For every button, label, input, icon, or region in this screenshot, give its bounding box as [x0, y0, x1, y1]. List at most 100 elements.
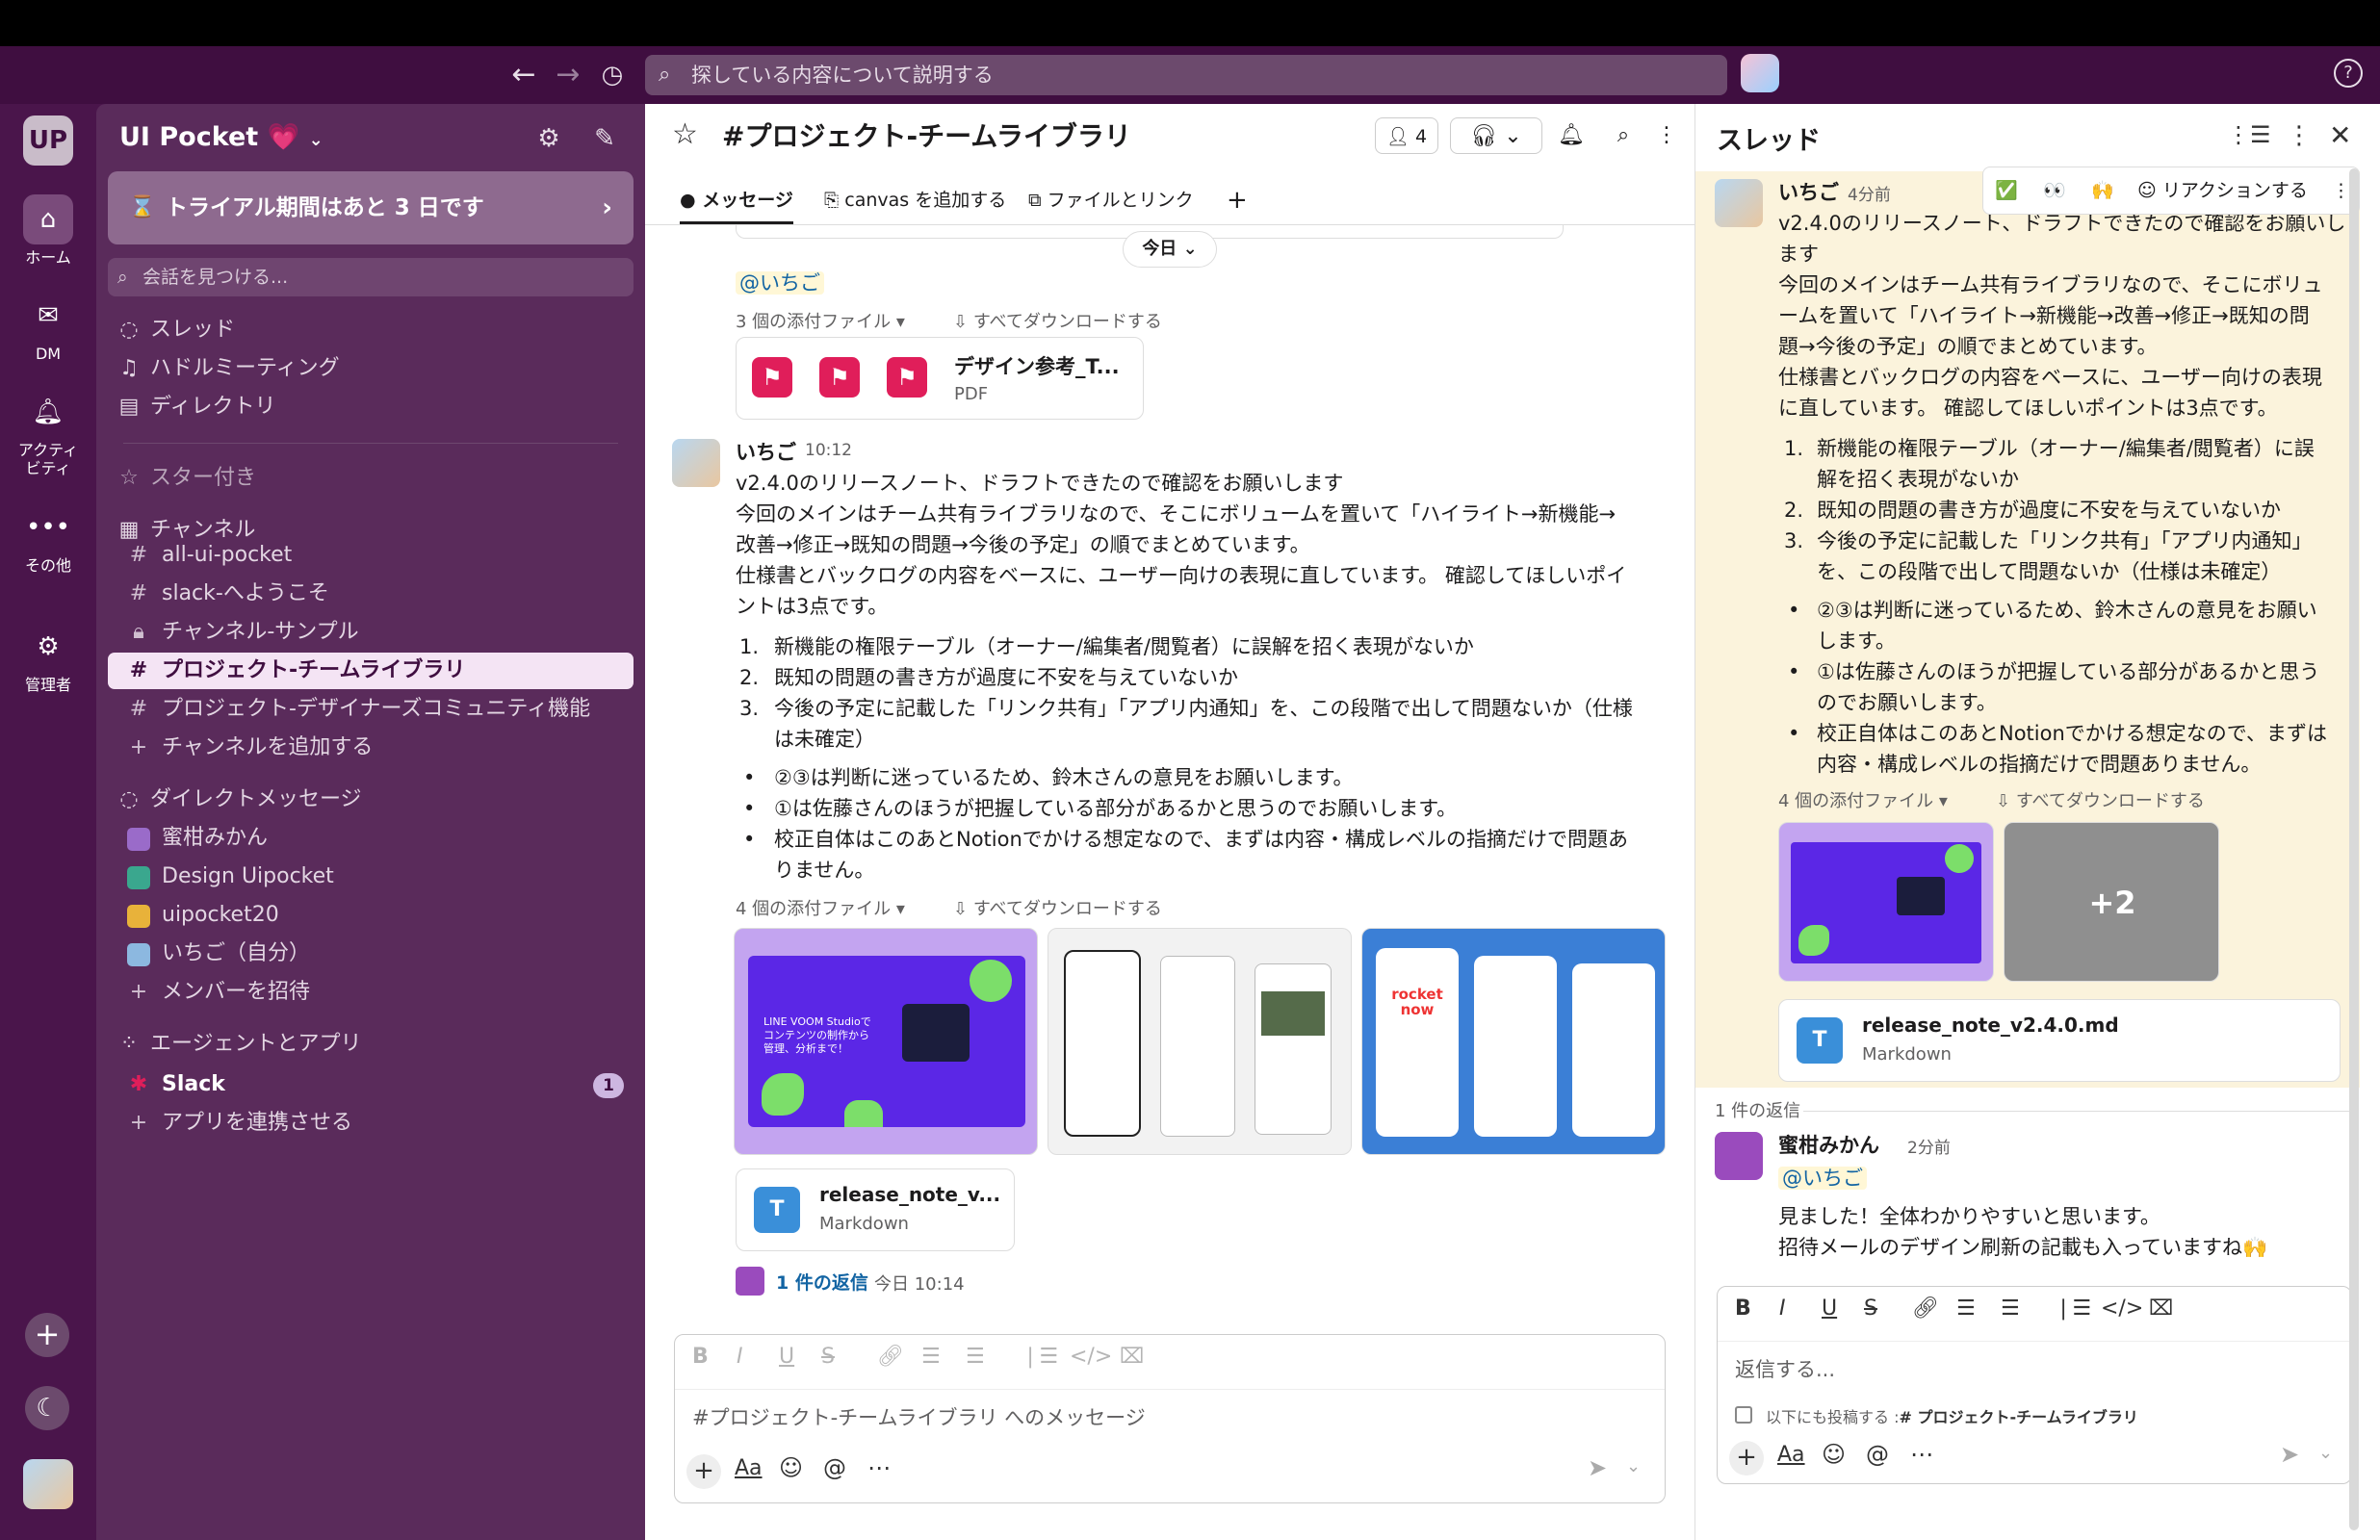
format-toggle-icon[interactable]: Aa	[1777, 1443, 1805, 1467]
star-icon[interactable]: ☆	[672, 117, 698, 151]
channel-title[interactable]: #プロジェクト-チームライブラリ	[722, 116, 1131, 154]
attachments-label[interactable]: 3 個の添付ファイル ▾	[736, 308, 905, 333]
invite-members-button[interactable]: + メンバーを招待	[108, 974, 634, 1011]
raised-hands-icon[interactable]: 🙌	[2091, 167, 2114, 214]
strike-icon[interactable]: S	[821, 1345, 835, 1369]
check-mark-icon[interactable]: ✅	[1995, 167, 2018, 214]
link-icon[interactable]: 🔗︎	[1912, 1296, 1939, 1321]
trial-banner[interactable]: ⌛ トライアル期間はあと 3 日です ›	[108, 171, 634, 244]
add-channel-button[interactable]: + チャンネルを追加する	[108, 730, 634, 766]
link-icon[interactable]: 🔗︎	[877, 1345, 904, 1369]
date-divider[interactable]: 今日 ⌄	[1123, 231, 1217, 268]
ai-assistant-icon[interactable]	[1741, 54, 1779, 92]
bold-icon[interactable]: B	[692, 1345, 709, 1369]
tab-messages[interactable]: ● メッセージ	[680, 185, 793, 224]
create-icon[interactable]: +	[25, 1313, 69, 1357]
code-block-icon[interactable]: ⌧	[2149, 1296, 2173, 1321]
image-attachment[interactable]	[1778, 822, 1994, 982]
rail-dm[interactable]: ✉ DM	[0, 291, 96, 363]
attach-plus-icon[interactable]: +	[1729, 1441, 1764, 1476]
send-icon[interactable]: ➤	[1588, 1454, 1607, 1481]
sidebar-item-channel[interactable]: 🔒︎ チャンネル-サンプル	[108, 614, 634, 651]
workspace-icon[interactable]: UP	[23, 116, 73, 166]
moon-icon[interactable]: ☾	[25, 1386, 69, 1430]
more-vertical-icon[interactable]: ⋮	[2332, 167, 2350, 214]
mention-icon[interactable]: @	[1866, 1441, 1889, 1468]
download-all-link[interactable]: ⇩ すべてダウンロードする	[1996, 787, 2205, 812]
mention-tag[interactable]: @いちご	[1778, 1163, 1867, 1192]
sidebar-item-dm[interactable]: 蜜柑みかん	[108, 820, 634, 857]
message-author[interactable]: いちご	[1778, 177, 1839, 206]
download-all-link[interactable]: ⇩ すべてダウンロードする	[953, 895, 1162, 920]
add-reaction-button[interactable]: ☺ リアクションする	[2137, 167, 2308, 214]
tab-files[interactable]: ⧉ ファイルとリンク	[1028, 185, 1194, 216]
code-block-icon[interactable]: ⌧	[1120, 1345, 1144, 1369]
avatar[interactable]	[1715, 1132, 1763, 1180]
image-attachment[interactable]	[1048, 928, 1352, 1155]
code-icon[interactable]: </>	[2101, 1296, 2143, 1321]
more-icon[interactable]: ⋯	[867, 1454, 891, 1481]
sidebar-item-directory[interactable]: ▤ ディレクトリ	[108, 389, 634, 425]
italic-icon[interactable]: I	[1779, 1296, 1786, 1321]
ordered-list-icon[interactable]: ☰	[1956, 1296, 1976, 1321]
search-input[interactable]: ⌕ 探している内容について説明する	[645, 55, 1727, 95]
rail-activity[interactable]: 🔔︎ アクティ ビティ	[0, 387, 96, 477]
image-attachment[interactable]: LINE VOOM Studioでコンテンツの制作から管理、分析まで！	[734, 928, 1038, 1155]
bullet-list-icon[interactable]: ☰	[2001, 1296, 2020, 1321]
mention-icon[interactable]: @	[823, 1454, 846, 1481]
image-attachment-more[interactable]: +2	[2004, 822, 2219, 982]
find-conversation-input[interactable]: ⌕ 会話を見つける...	[108, 258, 634, 296]
bullet-list-icon[interactable]: ☰	[966, 1345, 985, 1369]
underline-icon[interactable]: U	[779, 1345, 794, 1369]
sidebar-section-starred[interactable]: ☆ スター付き	[108, 460, 634, 497]
connect-app-button[interactable]: + アプリを連携させる	[108, 1105, 634, 1142]
huddle-button[interactable]: 🎧︎ ⌄	[1450, 117, 1542, 154]
sidebar-item-channel[interactable]: # プロジェクト-デザイナーズコミュニティ機能	[108, 691, 634, 728]
help-icon[interactable]: ?	[2334, 59, 2363, 88]
sidebar-section-apps[interactable]: ⁘ エージェントとアプリ	[108, 1026, 634, 1063]
more-icon[interactable]: ⋯	[1910, 1441, 1933, 1468]
rail-admin[interactable]: ⚙ 管理者	[0, 622, 96, 694]
mention-tag[interactable]: @いちご	[736, 268, 824, 296]
format-toggle-icon[interactable]: Aa	[735, 1456, 763, 1480]
download-all-link[interactable]: ⇩ すべてダウンロードする	[953, 308, 1162, 333]
message-time[interactable]: 10:12	[805, 441, 852, 460]
thread-settings-icon[interactable]: ⋮☰	[2227, 121, 2271, 148]
italic-icon[interactable]: I	[737, 1345, 743, 1369]
message-author[interactable]: いちご	[736, 437, 796, 466]
pdf-attachment-card[interactable]: ⚑ ⚑ ⚑ デザイン参考_T... PDF	[736, 337, 1144, 420]
emoji-icon[interactable]: ☺	[779, 1454, 803, 1481]
sidebar-item-dm[interactable]: いちご（自分）	[108, 936, 634, 972]
markdown-file-card[interactable]: T release_note_v2.4.0.md Markdown	[1778, 999, 2341, 1082]
history-icon[interactable]: ◷	[593, 56, 632, 94]
workspace-name[interactable]: UI Pocket 💗 ⌄	[119, 121, 323, 152]
quote-icon[interactable]: ❘☰	[2055, 1296, 2091, 1321]
avatar[interactable]	[672, 439, 720, 487]
attach-plus-icon[interactable]: +	[686, 1454, 721, 1489]
members-button[interactable]: 👤︎ 4	[1375, 117, 1438, 154]
scrollbar[interactable]	[2349, 168, 2359, 1530]
more-vertical-icon[interactable]: ⋮	[2287, 121, 2312, 150]
sidebar-item-dm[interactable]: Design Uipocket	[108, 859, 634, 895]
sidebar-item-huddles[interactable]: ♫ ハドルミーティング	[108, 350, 634, 387]
notification-icon[interactable]: 🔔︎	[1552, 117, 1591, 154]
tab-canvas[interactable]: ⎘ canvas を追加する	[824, 185, 1006, 216]
sidebar-item-slack[interactable]: ✱ Slack 1	[108, 1066, 634, 1103]
rail-home[interactable]: ⌂ ホーム	[0, 194, 96, 267]
attachments-label[interactable]: 4 個の添付ファイル ▾	[736, 895, 905, 920]
also-post-checkbox[interactable]	[1735, 1406, 1752, 1424]
image-attachment[interactable]: rocket now	[1361, 928, 1666, 1155]
sidebar-item-threads[interactable]: ◌ スレッド	[108, 312, 634, 348]
avatar[interactable]	[1715, 179, 1763, 227]
avatar[interactable]	[23, 1459, 73, 1509]
quote-icon[interactable]: ❘☰	[1022, 1345, 1058, 1369]
markdown-file-card[interactable]: T release_note_v... Markdown	[736, 1168, 1015, 1251]
attachments-label[interactable]: 4 個の添付ファイル ▾	[1778, 787, 1948, 812]
add-tab-icon[interactable]: +	[1227, 185, 1248, 216]
strike-icon[interactable]: S	[1864, 1296, 1877, 1321]
bold-icon[interactable]: B	[1735, 1296, 1751, 1321]
code-icon[interactable]: </>	[1070, 1345, 1112, 1369]
close-icon[interactable]: ✕	[2329, 119, 2351, 151]
message-author[interactable]: 蜜柑みかん	[1778, 1130, 1879, 1159]
underline-icon[interactable]: U	[1822, 1296, 1837, 1321]
